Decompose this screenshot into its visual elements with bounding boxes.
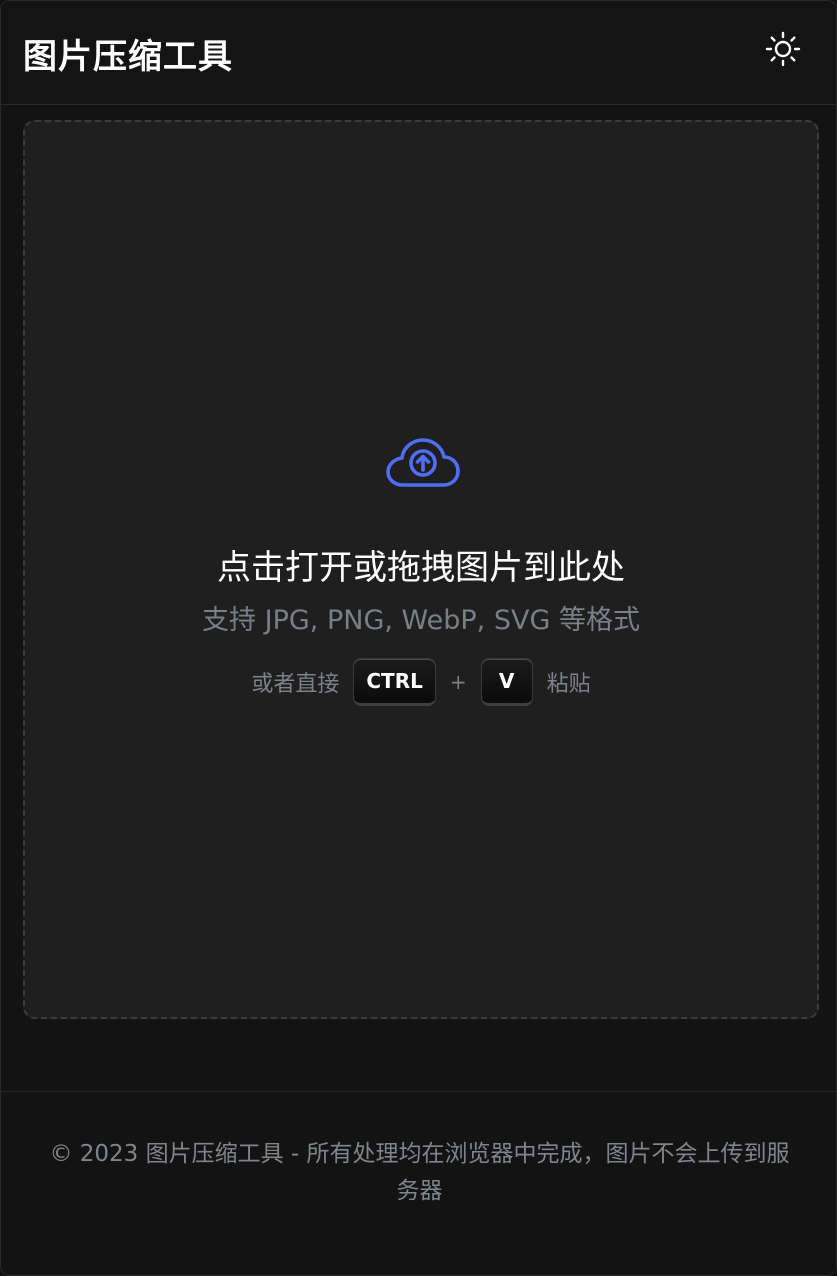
theme-toggle-button[interactable] [761, 29, 805, 69]
app-window: 图片压缩工具 点击打开或拖拽图片到此处 支持 JPG, PNG, WebP, S… [0, 0, 837, 1276]
ctrl-key: CTRL [353, 658, 436, 706]
paste-hint-suffix: 粘贴 [546, 672, 591, 697]
footer: © 2023 图片压缩工具 - 所有处理均在浏览器中完成，图片不会上传到服务器 [1, 1091, 836, 1275]
paste-hint: 或者直接 CTRL + V 粘贴 [25, 657, 817, 707]
header: 图片压缩工具 [1, 1, 836, 105]
plus-sign: + [449, 670, 467, 694]
sun-icon [765, 31, 801, 67]
footer-text: © 2023 图片压缩工具 - 所有处理均在浏览器中完成，图片不会上传到服务器 [49, 1141, 790, 1204]
v-key: V [480, 658, 533, 706]
cloud-upload-icon [386, 438, 460, 487]
supported-formats-text: 支持 JPG, PNG, WebP, SVG 等格式 [202, 605, 640, 636]
dropzone-title: 点击打开或拖拽图片到此处 [217, 548, 625, 588]
app-title: 图片压缩工具 [23, 37, 233, 77]
paste-hint-prefix: 或者直接 [251, 672, 340, 697]
upload-dropzone[interactable]: 点击打开或拖拽图片到此处 支持 JPG, PNG, WebP, SVG 等格式 … [23, 120, 819, 1019]
